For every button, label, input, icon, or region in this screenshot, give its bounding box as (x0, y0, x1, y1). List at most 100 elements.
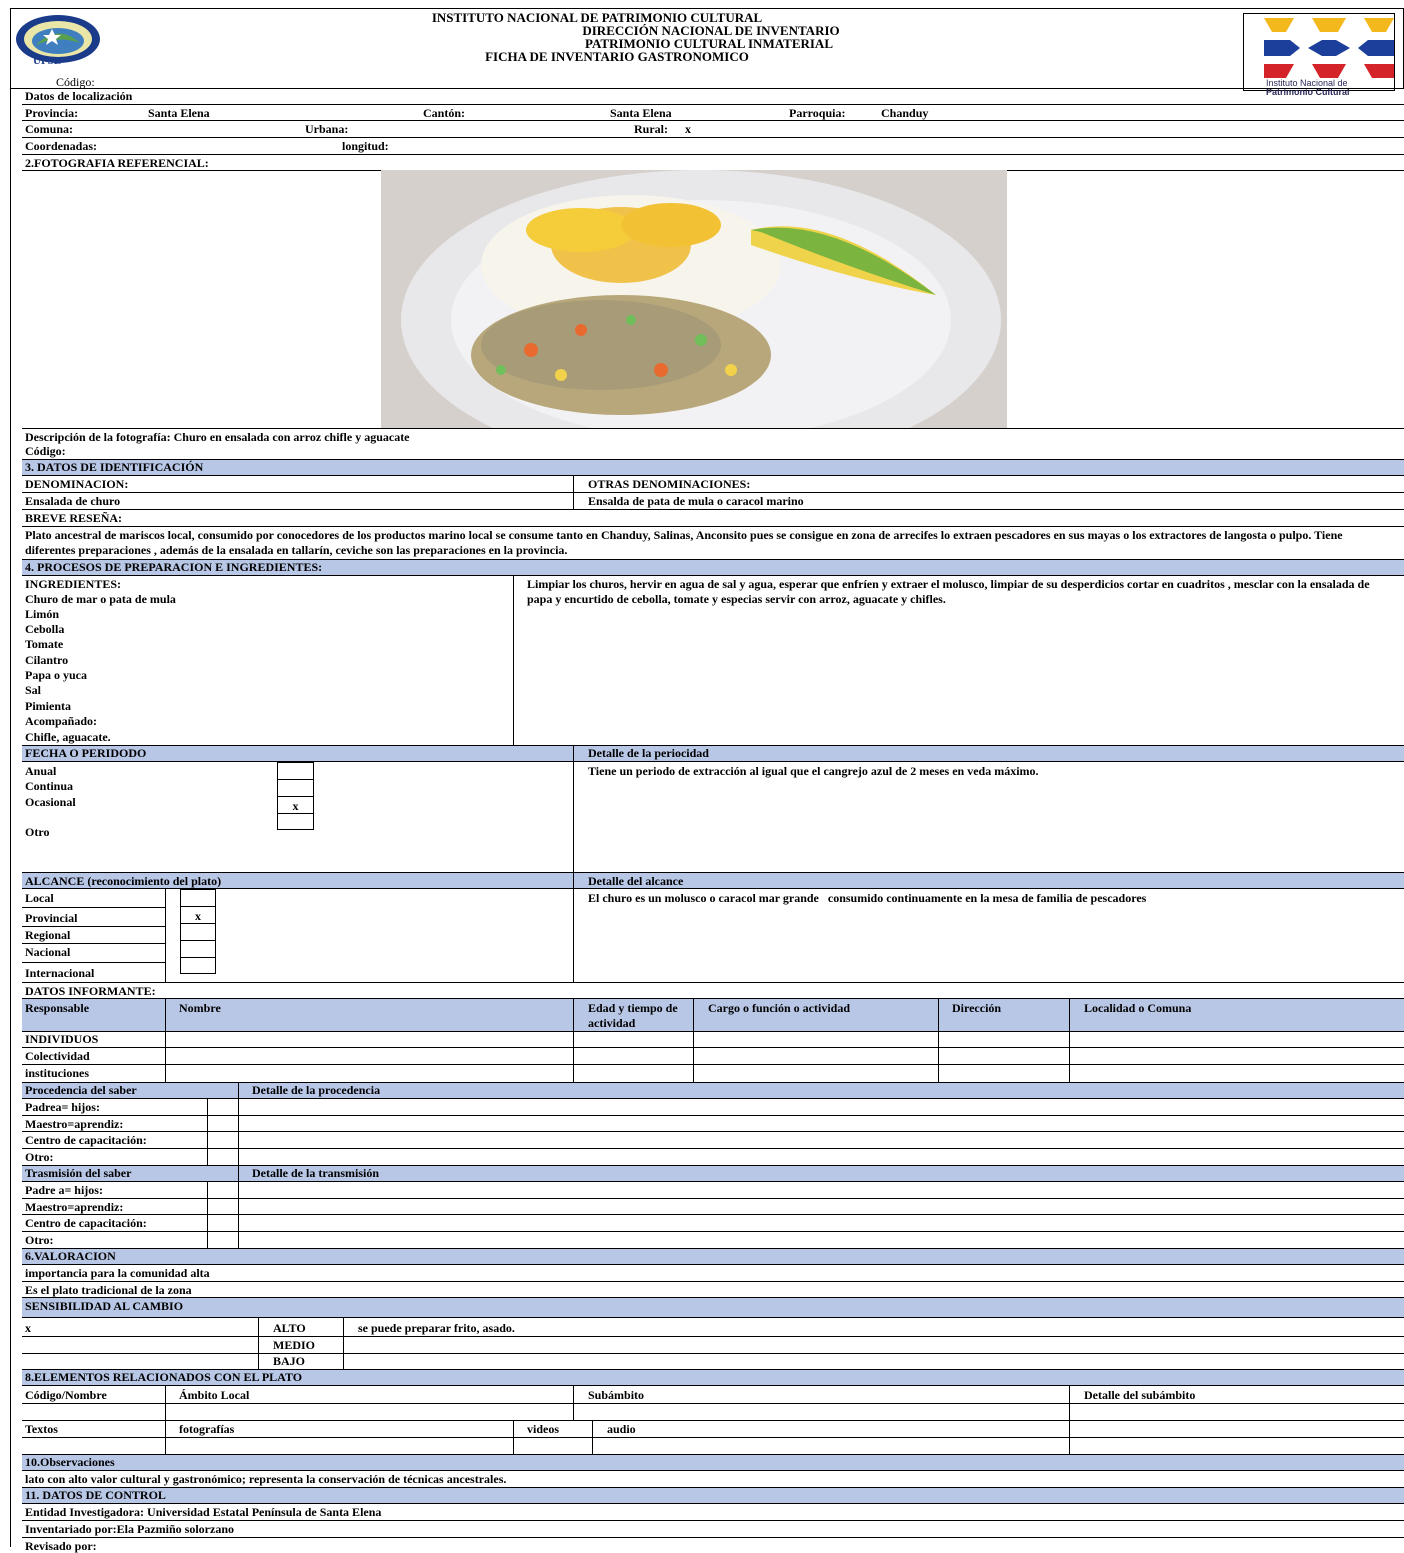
transmision-row: Padre a= hijos: (25, 1183, 103, 1197)
elementos-col: Ámbito Local (179, 1388, 250, 1402)
valoracion-band (22, 1248, 1404, 1264)
informante-col: Cargo o función o actividad (708, 1001, 851, 1015)
coordenadas-label: Coordenadas: (25, 139, 98, 153)
canton-value: Santa Elena (610, 106, 672, 120)
control-inventariado: Inventariado por:Ela Pazmiño solorzano (25, 1522, 234, 1536)
left-border (10, 88, 11, 1547)
fecha-title: FECHA O PERIDODO (25, 746, 147, 760)
control-entidad: Entidad Investigadora: Universidad Estat… (25, 1505, 382, 1519)
fecha-checkbox[interactable] (277, 813, 314, 830)
alcance-checkbox[interactable] (180, 923, 216, 941)
inventory-form: UPSE Código: INSTITUTO NACIONAL DE PATRI… (0, 0, 1404, 1553)
identificacion-title: 3. DATOS DE IDENTIFICACIÓN (25, 460, 204, 474)
ingrediente: Acompañado: (25, 714, 98, 728)
alcance-band (22, 872, 1404, 888)
transmision-row: Maestro=aprendiz: (25, 1200, 124, 1214)
ingrediente: Chifle, aguacate. (25, 730, 111, 744)
elementos-col: Subámbito (588, 1388, 645, 1402)
elementos-textos: Textos (25, 1422, 58, 1436)
resena-text: Plato ancestral de mariscos local, consu… (25, 528, 1343, 557)
identificacion-band (22, 459, 1404, 475)
fecha-option: Otro (25, 825, 50, 839)
periocidad-text: Tiene un periodo de extracción al igual … (588, 764, 1039, 778)
elementos-fotografias: fotografías (179, 1422, 235, 1436)
denominacion-value: Ensalada de churo (25, 494, 121, 508)
urbana-label: Urbana: (305, 122, 349, 136)
ingrediente: Tomate (25, 637, 64, 651)
denominacion-label: DENOMINACION: (25, 477, 129, 491)
fecha-checkbox[interactable]: x (277, 796, 314, 814)
ingrediente: Churo de mar o pata de mula (25, 592, 176, 606)
provincia-value: Santa Elena (148, 106, 210, 120)
sensibilidad-mark: x (25, 1321, 31, 1335)
procedencia-band (22, 1082, 1404, 1098)
photo-codigo: Código: (25, 444, 66, 458)
longitud-label: longitud: (342, 139, 389, 153)
inpc-logo: Instituto Nacional de Patrimonio Cultura… (1243, 13, 1395, 97)
ingrediente: Cilantro (25, 653, 69, 667)
sensibilidad-detalle: se puede preparar frito, asado. (358, 1321, 515, 1335)
ingrediente: Pimienta (25, 699, 71, 713)
informante-col: Responsable (25, 1001, 90, 1015)
observaciones-band (22, 1454, 1404, 1470)
preparacion-text: Limpiar los churos, hervir en agua de sa… (527, 577, 1370, 606)
header-titles: INSTITUTO NACIONAL DE PATRIMONIO CULTURA… (11, 11, 1403, 63)
procedencia-row: Padrea= hijos: (25, 1100, 100, 1114)
fecha-band (22, 745, 1404, 761)
inpc-logo-mark (1264, 18, 1394, 78)
fecha-option: Continua (25, 779, 74, 793)
alcance-detalle-text: El churo es un molusco o caracol mar gra… (588, 891, 1147, 905)
procesos-title: 4. PROCESOS DE PREPARACION E INGREDIENTE… (25, 560, 323, 574)
alcance-checkbox[interactable] (180, 957, 216, 974)
form-header: UPSE Código: INSTITUTO NACIONAL DE PATRI… (10, 8, 1404, 97)
ingrediente: Cebolla (25, 622, 65, 636)
rule (10, 88, 1404, 89)
sensibilidad-level: ALTO (273, 1321, 306, 1335)
transmision-row: Centro de capacitación: (25, 1216, 147, 1230)
alcance-option: Provincial (25, 911, 78, 925)
ingrediente: Sal (25, 683, 42, 697)
alcance-option: Nacional (25, 945, 71, 959)
fecha-checkbox[interactable] (277, 779, 314, 797)
procedencia-row: Maestro=aprendiz: (25, 1117, 124, 1131)
valoracion-line2: Es el plato tradicional de la zona (25, 1283, 192, 1297)
elementos-title: 8.ELEMENTOS RELACIONADOS CON EL PLATO (25, 1370, 303, 1384)
sensibilidad-level: BAJO (273, 1354, 306, 1368)
fecha-checkbox[interactable] (277, 762, 314, 780)
valoracion-title: 6.VALORACION (25, 1249, 116, 1263)
valoracion-line1: importancia para la comunidad alta (25, 1266, 210, 1280)
header-form-title: FICHA DE INVENTARIO GASTRONOMICO (485, 49, 749, 64)
informante-title: DATOS INFORMANTE: (25, 984, 156, 998)
rural-label: Rural: (634, 122, 668, 136)
parroquia-label: Parroquia: (789, 106, 846, 120)
fecha-option: Ocasional (25, 795, 76, 809)
informante-row: INDIVIDUOS (25, 1032, 99, 1046)
sensibilidad-title: SENSIBILIDAD AL CAMBIO (25, 1299, 184, 1313)
procedencia-title: Procedencia del saber (25, 1083, 137, 1097)
ingrediente: Papa o yuca (25, 668, 88, 682)
elementos-col: Código/Nombre (25, 1388, 107, 1402)
transmision-band (22, 1165, 1404, 1181)
fotografia-title: 2.FOTOGRAFIA REFERENCIAL: (25, 156, 209, 170)
alcance-checkbox[interactable] (180, 940, 216, 958)
informante-col: Localidad o Comuna (1084, 1001, 1192, 1015)
observaciones-text: lato con alto valor cultural y gastronóm… (25, 1472, 507, 1486)
elementos-col: Detalle del subámbito (1084, 1388, 1196, 1402)
procedencia-row: Centro de capacitación: (25, 1133, 147, 1147)
rural-mark: x (685, 122, 691, 136)
alcance-checkbox[interactable]: x (180, 906, 216, 924)
alcance-title: ALCANCE (reconocimiento del plato) (25, 874, 222, 888)
procedencia-detalle-title: Detalle de la procedencia (252, 1083, 381, 1097)
resena-label: BREVE RESEÑA: (25, 511, 123, 525)
otras-denominaciones-label: OTRAS DENOMINACIONES: (588, 477, 751, 491)
control-band (22, 1487, 1404, 1503)
alcance-detalle-title: Detalle del alcance (588, 874, 684, 888)
sensibilidad-level: MEDIO (273, 1338, 315, 1352)
control-revisado: Revisado por: (25, 1539, 97, 1553)
comuna-label: Comuna: (25, 122, 74, 136)
alcance-checkbox[interactable] (180, 889, 216, 907)
informante-row: instituciones (25, 1066, 90, 1080)
ingrediente: Limón (25, 607, 60, 621)
informante-col: Nombre (179, 1001, 221, 1015)
photo-description: Descripción de la fotografía: Churo en e… (25, 430, 410, 444)
